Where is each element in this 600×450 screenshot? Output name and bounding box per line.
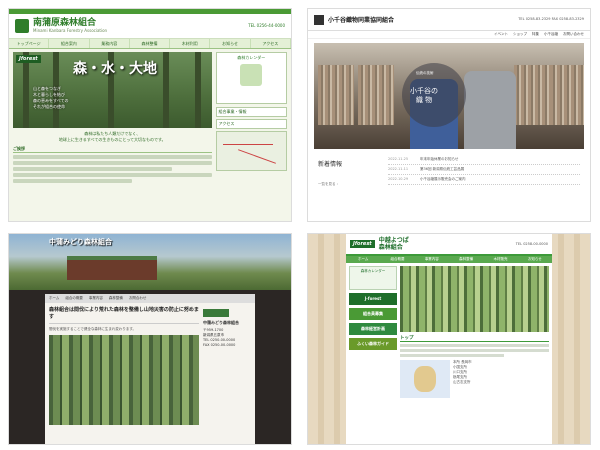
- nav-item[interactable]: アクセス: [251, 39, 291, 48]
- phone-number: TEL 0256-44-0000: [248, 23, 285, 28]
- nav-item[interactable]: お問い合わせ: [563, 32, 584, 37]
- nav-item[interactable]: お問合わせ: [129, 296, 147, 301]
- sidebar: 森林カレンダー 組合事業・情報 アクセス: [215, 52, 287, 185]
- main-nav: ホーム 組合概要 事業内容 森林整備 木材販売 お知らせ: [346, 256, 552, 263]
- section-heading: トップ: [400, 335, 549, 342]
- news-more-link[interactable]: 一覧を見る ›: [318, 182, 378, 187]
- org-name: 中蒲みどり森林組合: [203, 320, 239, 325]
- nav-item[interactable]: 業務内容: [90, 39, 130, 48]
- site-tile-ojiya-textile: 小千谷織物同業協同組合 TEL 0258-83-2329 FAX 0258-83…: [307, 8, 591, 222]
- nav-item[interactable]: お知らせ: [210, 39, 251, 48]
- nav-item[interactable]: 組合概要: [380, 256, 414, 263]
- calendar-banner[interactable]: 森林カレンダー: [215, 52, 287, 104]
- main-content: トップ 本所 長岡市 小国支所 川口支所 栃尾支所 山古志支所: [400, 266, 549, 398]
- forest-photo: [49, 335, 199, 425]
- sidebar-banner[interactable]: 組合員募集: [349, 308, 397, 320]
- nav-item[interactable]: 木材利用: [170, 39, 211, 48]
- nav-item[interactable]: 特集: [532, 32, 539, 37]
- phone-number: TEL 0258-00-0000: [515, 242, 548, 246]
- calendar-icon: [240, 64, 263, 86]
- logo-icon[interactable]: [15, 19, 29, 33]
- sidebar-banner[interactable]: 森林経営計画: [349, 323, 397, 335]
- intro-paragraph: 間伐を実施することで健全な森林に生まれ変わります。: [49, 327, 137, 331]
- circle-tag: 伝統の技術: [416, 71, 434, 75]
- access-map[interactable]: [215, 131, 287, 171]
- main-nav: ホーム 組合の概要 事業内容 森林整備 お問合わせ: [45, 294, 255, 303]
- calendar-banner[interactable]: 森林カレンダー: [349, 266, 397, 290]
- circle-heading: 小千谷の 織 物: [410, 87, 438, 104]
- site-tile-chuetsu-yotsuba: Jforest 中越よつば 森林組合 TEL 0258-00-0000 ホーム …: [307, 233, 591, 445]
- site-title[interactable]: 中蒲みどり森林組合: [49, 237, 112, 247]
- nav-item[interactable]: トップページ: [9, 39, 50, 48]
- hero-heading: 森・水・大地: [73, 61, 157, 77]
- nav-item[interactable]: ショップ: [513, 32, 527, 37]
- nav-item[interactable]: 事業内容: [415, 256, 449, 263]
- address-list: 本所 長岡市 小国支所 川口支所 栃尾支所 山古志支所: [453, 360, 472, 384]
- site-title[interactable]: 南蒲原森林組合: [33, 19, 107, 28]
- nav-item[interactable]: お知らせ: [518, 256, 552, 263]
- nav-item[interactable]: ホーム: [49, 296, 59, 301]
- section-heading: ご挨拶: [13, 146, 212, 153]
- nav-item[interactable]: 森林整備: [449, 256, 483, 263]
- main-content: Jforest 森・水・大地 山と森をつなぎ 木と暮らしを結び 森の恵みをすべて…: [13, 52, 212, 185]
- news-item[interactable]: 2022.11.25 年末年始休業のお知らせ: [388, 155, 580, 165]
- sidebar: 森林カレンダー J-forest 組合員募集 森林経営計画 ふくい森林ガイド: [349, 266, 397, 398]
- sidebar-link[interactable]: 組合事業・情報: [215, 107, 287, 117]
- jforest-logo: [203, 309, 229, 317]
- header: 小千谷織物同業協同組合 TEL 0258-83-2329 FAX 0258-83…: [308, 9, 590, 31]
- site-subtitle: Minami Kanbara Forestry Association: [33, 28, 108, 33]
- news-item[interactable]: 2022.10.29 小千谷縮展示販売会のご案内: [388, 175, 580, 185]
- phone-number: TEL 0258-83-2329 FAX 0258-83-2329: [518, 17, 584, 21]
- nav-item[interactable]: 小千谷縮: [544, 32, 558, 37]
- nav-item[interactable]: 組合の概要: [65, 296, 83, 301]
- nav-item[interactable]: ホーム: [346, 256, 380, 263]
- area-map[interactable]: [400, 360, 450, 398]
- sidebar-banner[interactable]: J-forest: [349, 293, 397, 305]
- site-tile-minamikanbara: 南蒲原森林組合 Minami Kanbara Forestry Associat…: [8, 8, 292, 222]
- site-title[interactable]: 小千谷織物同業協同組合: [328, 15, 394, 24]
- nav-item[interactable]: 森林整備: [109, 296, 123, 301]
- sidebar: 中蒲みどり森林組合 〒959-1700 新潟県五泉市 TEL 0250-00-0…: [203, 307, 251, 444]
- news-list: 2022.11.25 年末年始休業のお知らせ 2022.11.11 第36回 新潟県…: [388, 155, 580, 187]
- main-nav: トップページ 組合案内 業務内容 森林整備 木材利用 お知らせ アクセス: [9, 39, 291, 49]
- calendar-label: 森林カレンダー: [237, 55, 266, 60]
- logo-icon[interactable]: [314, 14, 324, 25]
- hero-message: 山と森をつなぎ 木と暮らしを結び 森の恵みをすべての それが組合の使命: [33, 86, 69, 109]
- sidebar-banner[interactable]: ふくい森林ガイド: [349, 338, 397, 350]
- hero-image: Jforest 森・水・大地 山と森をつなぎ 木と暮らしを結び 森の恵みをすべて…: [13, 52, 212, 128]
- header-image: 中蒲みどり森林組合: [9, 234, 291, 290]
- jforest-badge: Jforest: [16, 55, 41, 63]
- main-nav: イベント ショップ 特集 小千谷縮 お問い合わせ: [308, 31, 590, 39]
- office-building-image: [67, 256, 157, 280]
- hero-image: 伝統の技術 小千谷の 織 物: [314, 43, 584, 149]
- header: Jforest 中越よつば 森林組合 TEL 0258-00-0000: [346, 234, 552, 256]
- site-tile-nakakanbara-midori: 中蒲みどり森林組合 ホーム 組合の概要 事業内容 森林整備 お問合わせ 森林組合…: [8, 233, 292, 445]
- news-heading: 新着情報: [318, 161, 343, 168]
- main-content: 森林組合は間伐により荒れた森林を整備し山地災害の防止に努めます 間伐を実施するこ…: [49, 307, 199, 444]
- sidebar-link[interactable]: アクセス: [215, 119, 287, 129]
- forest-photo: [400, 266, 549, 332]
- nav-item[interactable]: 事業内容: [89, 296, 103, 301]
- tagline: 森林は私たち人類だけでなく、 地球上に生きるすべての生きものにとって大切なもので…: [58, 131, 166, 142]
- nav-item[interactable]: 森林整備: [130, 39, 171, 48]
- page-heading: 森林組合は間伐により荒れた森林を整備し山地災害の防止に努めます: [49, 307, 199, 324]
- site-title[interactable]: 中越よつば 森林組合: [379, 237, 409, 251]
- jforest-logo[interactable]: Jforest: [350, 240, 375, 248]
- news-item[interactable]: 2022.11.11 第36回 新潟県伝統工芸品展: [388, 165, 580, 175]
- nav-item[interactable]: 組合案内: [49, 39, 90, 48]
- org-line: FAX 0250-00-0000: [203, 343, 236, 347]
- nav-item[interactable]: イベント: [494, 32, 508, 37]
- nav-item[interactable]: 木材販売: [483, 256, 517, 263]
- header: 南蒲原森林組合 Minami Kanbara Forestry Associat…: [9, 14, 291, 39]
